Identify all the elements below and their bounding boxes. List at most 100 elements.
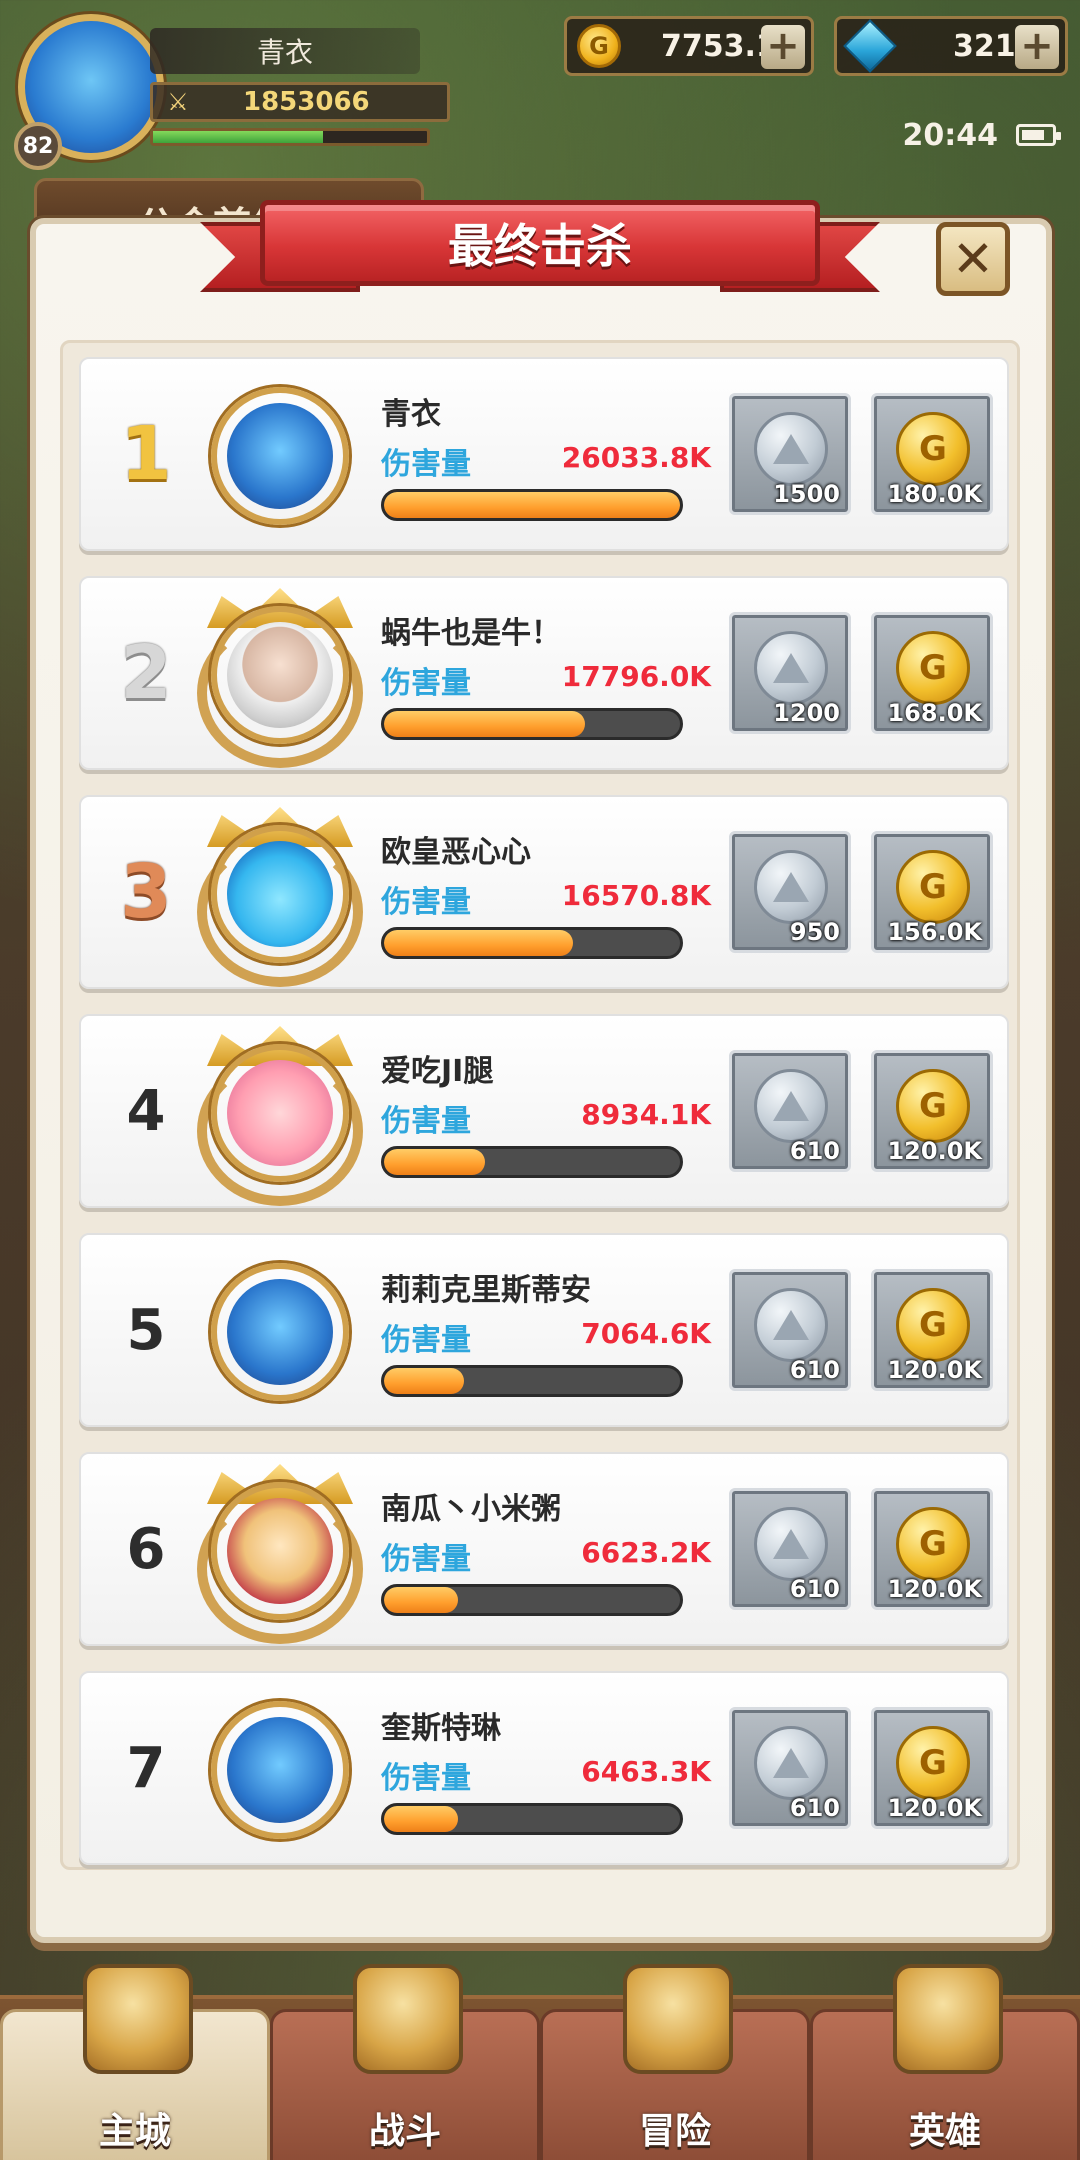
gold-coin-icon: G <box>896 1507 970 1581</box>
nav-label: 战斗 <box>368 2111 441 2152</box>
ranking-row[interactable]: 4 爱吃JI腿 伤害量 8934.1K 610 G 120.0K <box>79 1014 1009 1208</box>
silver-reward[interactable]: 610 <box>729 1707 851 1829</box>
heroes-icon <box>893 1964 1003 2074</box>
adventure-icon <box>623 1964 733 2074</box>
gold-reward[interactable]: G 180.0K <box>871 393 993 515</box>
damage-bar <box>381 1803 683 1835</box>
gold-resource: G 7753.1K + <box>564 16 814 76</box>
gold-coin-icon: G <box>577 24 621 68</box>
rank-number: 2 <box>120 630 172 716</box>
silver-amount: 610 <box>789 1794 840 1822</box>
player-name: 奎斯特琳 <box>381 1711 501 1746</box>
silver-coin-icon <box>754 1507 828 1581</box>
ranking-row[interactable]: 7 奎斯特琳 伤害量 6463.3K 610 G 120.0K <box>79 1671 1009 1865</box>
gold-amount: 120.0K <box>887 1575 982 1603</box>
damage-label: 伤害量 <box>381 1542 471 1577</box>
close-button[interactable]: ✕ <box>936 222 1010 296</box>
rank-number: 7 <box>126 1735 166 1801</box>
nav-adventure[interactable]: 冒险 <box>540 1964 810 2160</box>
battle-icon <box>353 1964 463 2074</box>
gold-coin-icon: G <box>896 1288 970 1362</box>
gold-reward[interactable]: G 168.0K <box>871 612 993 734</box>
bottom-nav: 主城 战斗 冒险 英雄 <box>0 1964 1080 2160</box>
silver-amount: 1200 <box>773 699 840 727</box>
silver-reward[interactable]: 610 <box>729 1050 851 1172</box>
gold-amount: 156.0K <box>887 918 982 946</box>
ranking-list[interactable]: 1 青衣 伤害量 26033.8K 1500 G 180.0K 2 蜗牛也是牛！… <box>60 340 1020 1870</box>
player-level-badge: 82 <box>14 122 62 170</box>
ranking-row[interactable]: 3 欧皇恶心心 伤害量 16570.8K 950 G 156.0K <box>79 795 1009 989</box>
silver-coin-icon <box>754 850 828 924</box>
damage-bar <box>381 927 683 959</box>
gold-reward[interactable]: G 120.0K <box>871 1707 993 1829</box>
damage-bar-fill <box>384 1368 464 1394</box>
damage-bar <box>381 1146 683 1178</box>
damage-bar <box>381 708 683 740</box>
silver-amount: 610 <box>789 1575 840 1603</box>
gold-reward[interactable]: G 120.0K <box>871 1050 993 1172</box>
damage-bar-fill <box>384 711 586 737</box>
silver-amount: 610 <box>789 1137 840 1165</box>
gold-reward[interactable]: G 156.0K <box>871 831 993 953</box>
silver-reward[interactable]: 610 <box>729 1269 851 1391</box>
crossed-swords-icon: ⚔ <box>167 88 189 116</box>
damage-bar-fill <box>384 1806 458 1832</box>
gem-resource: 3217 + <box>834 16 1068 76</box>
gold-coin-icon: G <box>896 1726 970 1800</box>
damage-value: 26033.8K <box>561 441 711 474</box>
silver-reward[interactable]: 950 <box>729 831 851 953</box>
hp-bar-fill <box>153 131 323 143</box>
gold-coin-icon: G <box>896 631 970 705</box>
player-portrait <box>211 1482 349 1620</box>
rank-number: 3 <box>120 849 172 935</box>
add-gem-button[interactable]: + <box>1015 25 1059 69</box>
dialog-title: 最终击杀 <box>260 200 820 286</box>
power-bar: ⚔ 1853066 <box>150 82 450 122</box>
nav-heroes[interactable]: 英雄 <box>810 1964 1080 2160</box>
rank-number: 6 <box>126 1516 166 1582</box>
damage-bar-fill <box>384 1587 458 1613</box>
gold-amount: 120.0K <box>887 1794 982 1822</box>
ranking-row[interactable]: 6 南瓜丶小米粥 伤害量 6623.2K 610 G 120.0K <box>79 1452 1009 1646</box>
player-name: 爱吃JI腿 <box>381 1054 494 1089</box>
silver-coin-icon <box>754 1726 828 1800</box>
gold-amount: 168.0K <box>887 699 982 727</box>
damage-value: 8934.1K <box>581 1098 711 1131</box>
damage-value: 6623.2K <box>581 1536 711 1569</box>
nav-label: 冒险 <box>638 2111 711 2152</box>
silver-amount: 1500 <box>773 480 840 508</box>
damage-bar-fill <box>384 492 680 518</box>
nav-battle[interactable]: 战斗 <box>270 1964 540 2160</box>
damage-label: 伤害量 <box>381 447 471 482</box>
gold-reward[interactable]: G 120.0K <box>871 1488 993 1610</box>
player-portrait <box>211 606 349 744</box>
silver-reward[interactable]: 610 <box>729 1488 851 1610</box>
gold-coin-icon: G <box>896 850 970 924</box>
nav-label: 英雄 <box>908 2111 981 2152</box>
power-value: 1853066 <box>243 87 370 117</box>
silver-coin-icon <box>754 1069 828 1143</box>
nav-main-city[interactable]: 主城 <box>0 1964 270 2160</box>
damage-value: 17796.0K <box>561 660 711 693</box>
gem-icon <box>843 19 897 73</box>
add-gold-button[interactable]: + <box>761 25 805 69</box>
player-name: 南瓜丶小米粥 <box>381 1492 561 1527</box>
player-portrait <box>211 1044 349 1182</box>
damage-label: 伤害量 <box>381 1761 471 1796</box>
player-name: 欧皇恶心心 <box>381 835 531 870</box>
battery-icon <box>1016 124 1061 146</box>
damage-bar <box>381 1584 683 1616</box>
silver-reward[interactable]: 1500 <box>729 393 851 515</box>
ranking-row[interactable]: 2 蜗牛也是牛！ 伤害量 17796.0K 1200 G 168.0K <box>79 576 1009 770</box>
ranking-row[interactable]: 1 青衣 伤害量 26033.8K 1500 G 180.0K <box>79 357 1009 551</box>
dialog-title-banner: 最终击杀 <box>200 200 880 292</box>
player-name: 青衣 <box>150 28 420 74</box>
gold-coin-icon: G <box>896 1069 970 1143</box>
rank-number: 4 <box>126 1078 166 1144</box>
damage-bar <box>381 1365 683 1397</box>
gold-reward[interactable]: G 120.0K <box>871 1269 993 1391</box>
nav-label: 主城 <box>98 2111 171 2152</box>
gold-amount: 180.0K <box>887 480 982 508</box>
ranking-row[interactable]: 5 莉莉克里斯蒂安 伤害量 7064.6K 610 G 120.0K <box>79 1233 1009 1427</box>
silver-reward[interactable]: 1200 <box>729 612 851 734</box>
